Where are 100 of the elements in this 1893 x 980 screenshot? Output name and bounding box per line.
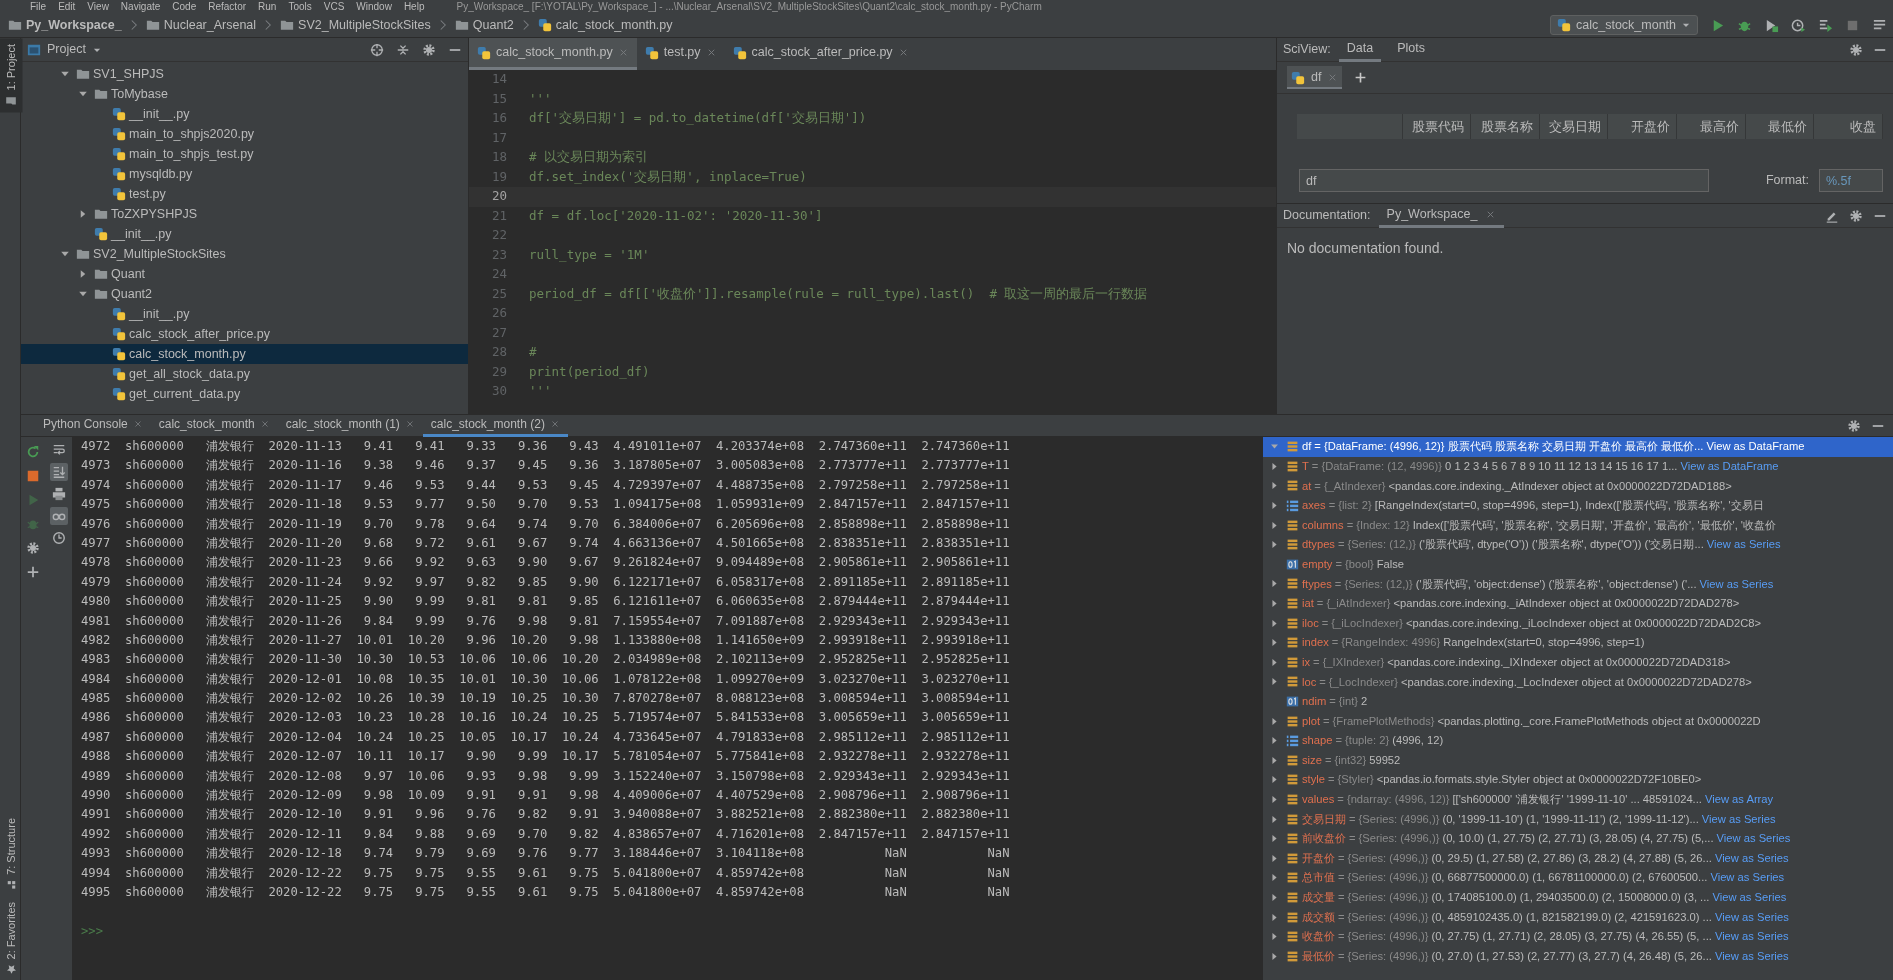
run-configuration-dropdown[interactable]: calc_stock_month	[1550, 15, 1698, 35]
variable-row[interactable]: empty = {bool} False	[1263, 554, 1893, 575]
breadcrumb-item[interactable]: calc_stock_month.py	[535, 15, 675, 35]
variable-row[interactable]: shape = {tuple: 2} (4996, 12)	[1263, 730, 1893, 751]
menu-item[interactable]: Tools	[288, 0, 312, 13]
variable-row[interactable]: iloc = {_iLocIndexer} <pandas.core.indexing._iLocIndexer object at 0x0000022D72DAD2C8>	[1263, 613, 1893, 633]
expand-arrow-icon[interactable]	[1269, 715, 1280, 727]
view-link[interactable]: View as Array	[1704, 791, 1774, 808]
menu-item[interactable]: Run	[258, 0, 277, 13]
tree-item[interactable]: __init__.py	[21, 104, 468, 124]
column-header[interactable]: 交易日期	[1539, 114, 1609, 139]
settings-icon[interactable]	[422, 42, 436, 57]
expand-arrow-icon[interactable]	[1269, 891, 1280, 903]
view-link[interactable]: View as Series	[1706, 536, 1781, 554]
expand-arrow-icon[interactable]	[1269, 931, 1280, 943]
variable-row[interactable]: style = {Styler} <pandas.io.formats.style.Styler object at 0x0000022D72F10BE0>	[1263, 770, 1893, 790]
view-link[interactable]: View as Series	[1701, 810, 1776, 828]
column-header[interactable]: 收盘	[1814, 114, 1883, 139]
documentation-tab[interactable]: Py_Workspace_	[1378, 203, 1505, 228]
expand-arrow-icon[interactable]	[1269, 539, 1280, 551]
tool-window-tab[interactable]: 7: Structure	[0, 811, 23, 896]
settings-icon[interactable]	[1849, 42, 1863, 57]
tree-item[interactable]: main_to_shpjs_test.py	[21, 144, 468, 164]
variable-row[interactable]: 前收盘价 = {Series: (4996,)} (0, 10.0) (1, 27.75) (2, 27.71) (3, 28.05) (4, 27.75) (5,... View as Series	[1263, 828, 1893, 849]
tool-window-tab[interactable]: 2: Favorites	[0, 895, 23, 980]
breadcrumb-item[interactable]: SV2_MultipleStockSites	[278, 15, 433, 35]
tree-item[interactable]: __init__.py	[21, 304, 468, 324]
column-header[interactable]: 开盘价	[1608, 114, 1678, 139]
concurrency-icon[interactable]	[1818, 17, 1833, 33]
column-header[interactable]: 最高价	[1677, 114, 1746, 139]
editor-tab[interactable]: calc_stock_after_price.py	[724, 38, 917, 70]
tool-window-tab[interactable]: 1: Project	[0, 38, 23, 113]
column-header[interactable]: 股票代码	[1402, 114, 1472, 139]
variable-row[interactable]: columns = {Index: 12} Index(['股票代码', '股票名称', '交易日期', '开盘价', '最高价', '最低价', '收盘价	[1263, 515, 1893, 535]
expand-arrow-icon[interactable]	[1269, 598, 1280, 610]
view-link[interactable]: View as Series	[1712, 889, 1787, 906]
variable-row[interactable]: 成交额 = {Series: (4996,)} (0, 4859102435.0) (1, 821582199.0) (2, 421591623.0) ... View as Series	[1263, 907, 1893, 927]
expand-arrow-icon[interactable]	[1269, 578, 1280, 590]
expand-arrow-icon[interactable]	[1269, 500, 1280, 512]
breadcrumb-item[interactable]: Py_Workspace_	[6, 15, 124, 35]
view-link[interactable]: View as Series	[1714, 928, 1789, 946]
expression-field[interactable]: df	[1299, 169, 1709, 192]
settings-icon[interactable]	[1847, 418, 1861, 433]
variable-row[interactable]: 总市值 = {Series: (4996,)} (0, 66877500000.0) (1, 66781100000.0) (2, 67600500... View as Series	[1263, 868, 1893, 888]
menu-item[interactable]: Help	[403, 0, 425, 13]
console-prompt[interactable]: >>>	[81, 922, 1263, 943]
variable-row[interactable]: ix = {_IXIndexer} <pandas.core.indexing._IXIndexer object at 0x0000022D72DAD318>	[1263, 652, 1893, 673]
view-link[interactable]: View as DataFrame	[1706, 438, 1805, 456]
menu-item[interactable]: Window	[356, 0, 392, 13]
variable-row[interactable]: axes = {list: 2} [RangeIndex(start=0, stop=4996, step=1), Index(['股票代码', '股票名称', '交易日	[1263, 495, 1893, 516]
expand-arrow-icon[interactable]	[1269, 519, 1280, 531]
variable-row[interactable]: loc = {_LocIndexer} <pandas.core.indexing._LocIndexer object at 0x0000022D72DAD278>	[1263, 672, 1893, 692]
editor-tab[interactable]: calc_stock_month.py	[469, 38, 637, 70]
project-view-dropdown[interactable]: Project	[27, 40, 102, 59]
view-link[interactable]: View as DataFrame	[1680, 458, 1779, 475]
menu-item[interactable]: File	[30, 0, 47, 13]
menu-item[interactable]: Edit	[58, 0, 76, 13]
coverage-icon[interactable]	[1764, 17, 1779, 33]
expand-arrow-icon[interactable]	[1269, 911, 1280, 923]
variable-row[interactable]: 收盘价 = {Series: (4996,)} (0, 27.75) (1, 27.71) (2, 28.05) (3, 27.75) (4, 26.55) (5, ... View as Series	[1263, 926, 1893, 947]
menu-item[interactable]: Navigate	[120, 0, 161, 13]
expand-arrow-icon[interactable]	[1269, 480, 1280, 492]
variable-row[interactable]: 开盘价 = {Series: (4996,)} (0, 29.5) (1, 27.58) (2, 27.86) (3, 28.2) (4, 27.88) (5, 26... View as Series	[1263, 848, 1893, 869]
sciview-tab[interactable]: Data	[1338, 37, 1382, 62]
variable-row[interactable]: plot = {FramePlotMethods} <pandas.plotting._core.FramePlotMethods object at 0x0000022D	[1263, 711, 1893, 731]
editor-tab[interactable]: test.py	[636, 38, 725, 70]
variable-row[interactable]: iat = {_iAtIndexer} <pandas.core.indexing._iAtIndexer object at 0x0000022D72DAD278>	[1263, 593, 1893, 614]
expand-arrow-icon[interactable]	[1269, 794, 1280, 805]
expand-arrow-icon[interactable]	[1269, 833, 1280, 845]
tree-item[interactable]: test.py	[21, 184, 468, 204]
tree-item[interactable]: calc_stock_month.py	[21, 344, 468, 364]
tree-item[interactable]: ToMybase	[21, 84, 468, 104]
expand-arrow-icon[interactable]	[1269, 735, 1280, 747]
collapse-all-icon[interactable]	[396, 42, 410, 57]
dataframe-tab[interactable]: df	[1287, 66, 1343, 89]
variable-row[interactable]: 最低价 = {Series: (4996,)} (0, 27.0) (1, 27.53) (2, 27.77) (3, 27.7) (4, 26.48) (5, 26... View as Series	[1263, 946, 1893, 967]
format-field[interactable]: %.5f	[1819, 169, 1883, 192]
settings-icon[interactable]	[1849, 208, 1863, 223]
expand-arrow-icon[interactable]	[1269, 676, 1280, 688]
variable-row[interactable]: df = {DataFrame: (4996, 12)} 股票代码 股票名称 交易日期 开盘价 最高价 最低价... View as DataFrame	[1263, 437, 1893, 457]
view-link[interactable]: View as Series	[1714, 849, 1789, 867]
menu-item[interactable]: Code	[172, 0, 197, 13]
add-icon[interactable]	[1354, 71, 1368, 84]
variable-row[interactable]: size = {int32} 59952	[1263, 750, 1893, 771]
tree-item[interactable]: get_current_data.py	[21, 384, 468, 404]
variable-row[interactable]: index = {RangeIndex: 4996} RangeIndex(start=0, stop=4996, step=1)	[1263, 632, 1893, 653]
expand-arrow-icon[interactable]	[1269, 460, 1280, 472]
variable-row[interactable]: 成交量 = {Series: (4996,)} (0, 174085100.0) (1, 29403500.0) (2, 15008000.0) (3, ... View as Series	[1263, 887, 1893, 908]
expand-arrow-icon[interactable]	[1269, 813, 1280, 825]
variable-row[interactable]: ftypes = {Series: (12,)} ('股票代码', 'object:dense') ('股票名称', 'object:dense') ('... View as Series	[1263, 574, 1893, 594]
expand-arrow-icon[interactable]	[1269, 872, 1280, 884]
console-tab[interactable]: calc_stock_month	[150, 414, 278, 437]
profile-icon[interactable]	[1791, 17, 1806, 33]
expand-arrow-icon[interactable]	[1269, 950, 1280, 962]
tree-item[interactable]: get_all_stock_data.py	[21, 364, 468, 384]
breadcrumb-item[interactable]: Quant2	[452, 15, 516, 35]
tree-item[interactable]: SV2_MultipleStockSites	[21, 244, 468, 264]
breadcrumb-item[interactable]: Nuclear_Arsenal	[143, 15, 259, 35]
variable-row[interactable]: dtypes = {Series: (12,)} ('股票代码', dtype('O')) ('股票名称', dtype('O')) ('交易日期... View as Series	[1263, 534, 1893, 555]
expand-arrow-icon[interactable]	[1269, 754, 1280, 766]
